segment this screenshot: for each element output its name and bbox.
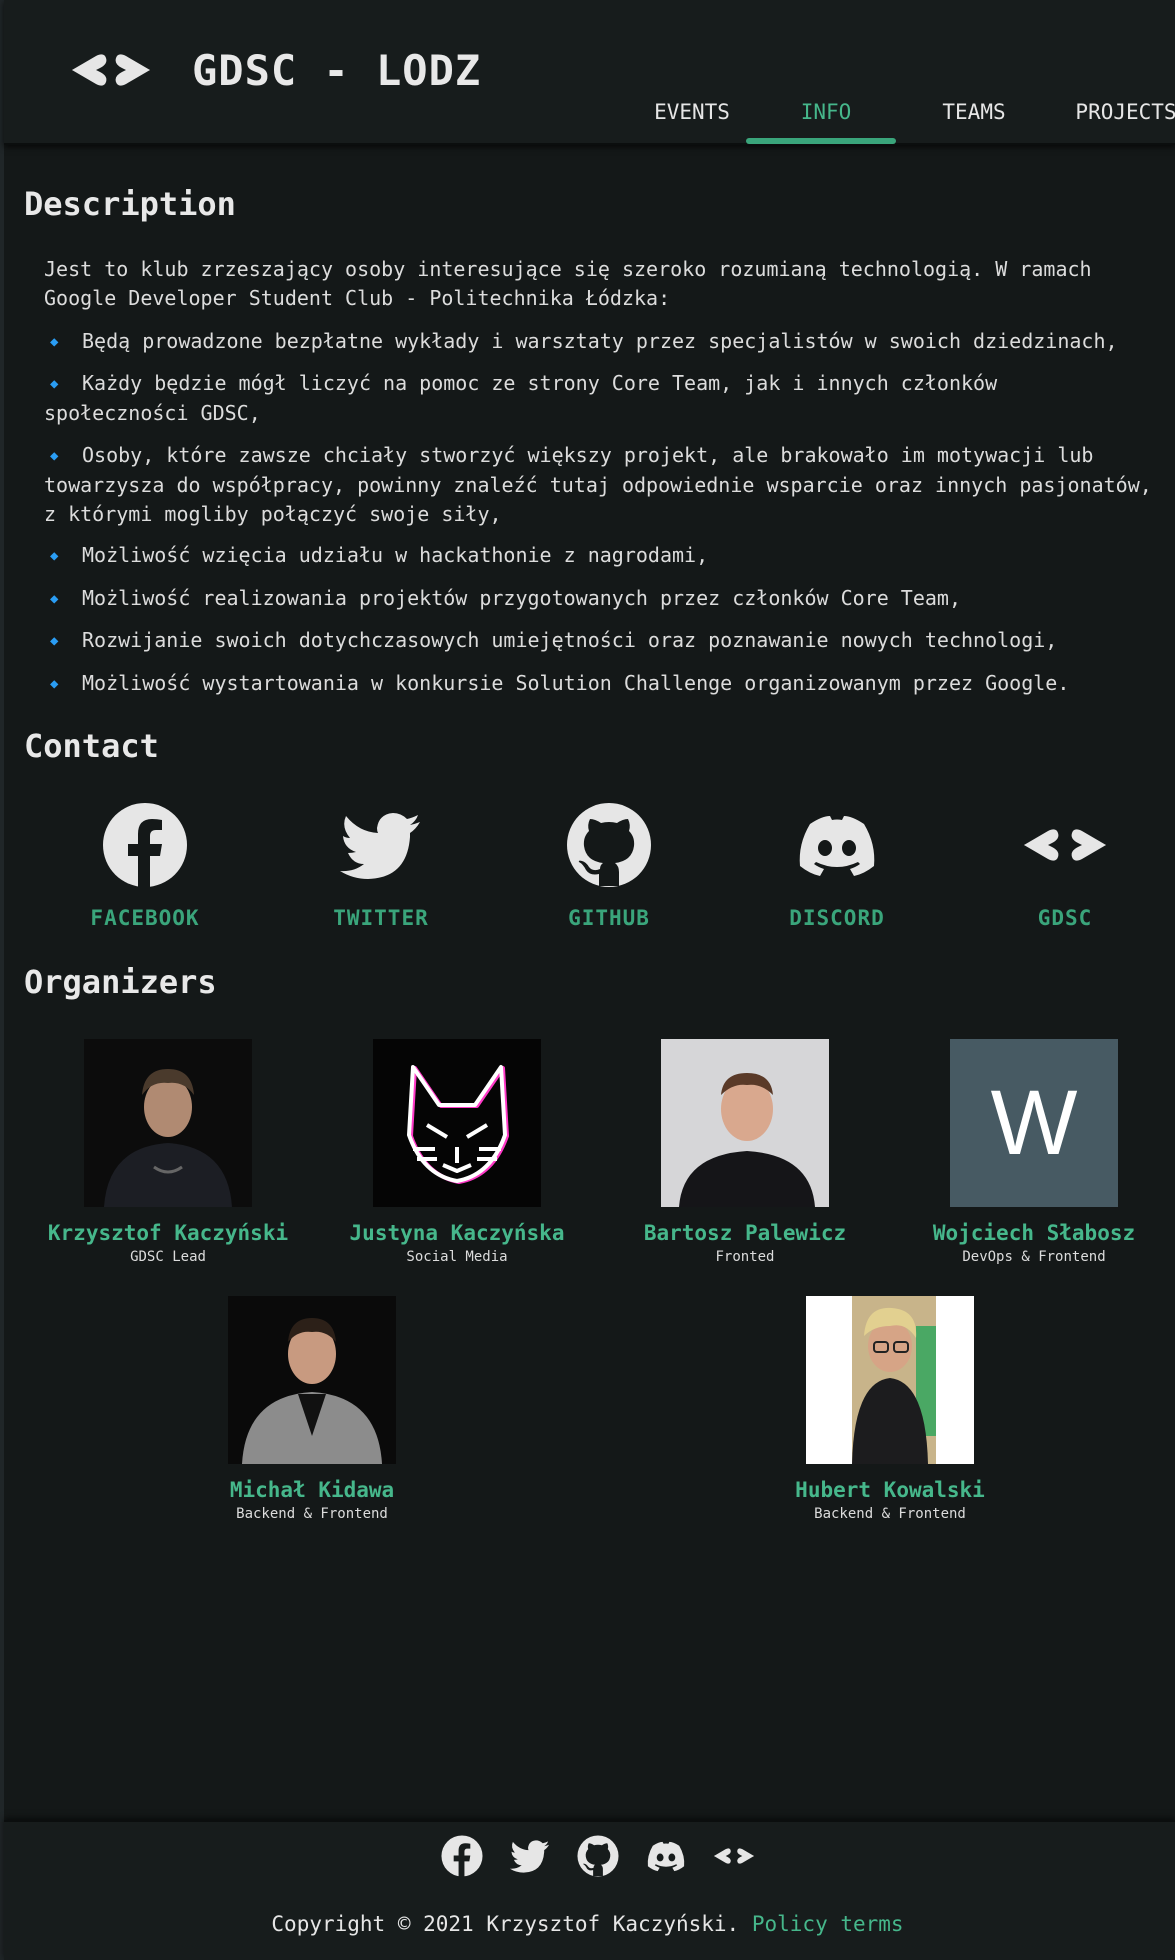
left-edge	[0, 0, 4, 1960]
github-icon	[567, 803, 651, 887]
footer-social-links	[440, 1834, 755, 1882]
organizer-card: Michał Kidawa Backend & Frontend	[172, 1296, 452, 1522]
description-title: Description	[24, 185, 236, 223]
bullet-diamond-icon: ◆	[50, 633, 59, 649]
organizer-role: Backend & Frontend	[236, 1506, 388, 1522]
cat-avatar-icon	[373, 1039, 541, 1207]
twitter-icon[interactable]	[508, 1834, 552, 1878]
organizer-card: Hubert Kowalski Backend & Frontend	[750, 1296, 1030, 1522]
contact-title: Contact	[24, 727, 159, 765]
contact-label: FACEBOOK	[90, 906, 200, 930]
organizer-role: GDSC Lead	[130, 1249, 206, 1265]
bullet-diamond-icon: ◆	[50, 448, 59, 464]
copyright: Copyright © 2021 Krzysztof Kaczyński. Po…	[0, 1912, 1175, 1936]
gdsc-logo-icon[interactable]	[66, 46, 156, 94]
description-intro: Jest to klub zrzeszający osoby interesuj…	[44, 257, 1092, 310]
bullet-diamond-icon: ◆	[50, 376, 59, 392]
description-bullet: ◆ Możliwość wystartowania w konkursie Sol…	[44, 669, 1169, 699]
discord-icon[interactable]	[644, 1834, 688, 1878]
facebook-icon[interactable]	[440, 1834, 484, 1878]
organizer-name: Wojciech Słabosz	[932, 1221, 1136, 1245]
description-bullet: ◆ Będą prowadzone bezpłatne wykłady i war…	[44, 327, 1169, 357]
contact-label: GITHUB	[568, 906, 650, 930]
organizer-photo	[806, 1296, 974, 1464]
organizer-role: Social Media	[406, 1249, 508, 1265]
contact-label: TWITTER	[333, 906, 429, 930]
description-bullet: ◆ Możliwość realizowania projektów przygo…	[44, 584, 1169, 614]
gdsc-icon[interactable]	[712, 1834, 756, 1878]
facebook-icon	[103, 803, 187, 887]
bullet-diamond-icon: ◆	[50, 591, 59, 607]
twitter-icon	[340, 813, 420, 879]
organizer-name: Krzysztof Kaczyński	[47, 1221, 289, 1245]
contact-github[interactable]: GITHUB	[519, 800, 699, 930]
contact-facebook[interactable]: FACEBOOK	[55, 800, 235, 930]
description-bullet: ◆ Rozwijanie swoich dotychczasowych umiej…	[44, 626, 1169, 656]
organizer-card: Justyna Kaczyńska Social Media	[317, 1039, 597, 1265]
organizer-name: Michał Kidawa	[229, 1478, 395, 1502]
bullet-diamond-icon: ◆	[50, 334, 59, 350]
organizer-avatar-letter: W	[950, 1039, 1118, 1207]
description-bullet: ◆ Każdy będzie mógł liczyć na pomoc ze st…	[44, 371, 998, 425]
contact-twitter[interactable]: TWITTER	[291, 800, 471, 930]
copyright-text: Copyright © 2021 Krzysztof Kaczyński.	[271, 1912, 740, 1936]
organizer-card: Krzysztof Kaczyński GDSC Lead	[28, 1039, 308, 1265]
discord-icon	[799, 816, 875, 876]
nav-active-indicator	[746, 138, 896, 144]
organizer-photo	[661, 1039, 829, 1207]
organizer-name: Justyna Kaczyńska	[349, 1221, 565, 1245]
organizer-name: Bartosz Palewicz	[643, 1221, 847, 1245]
bullet-diamond-icon: ◆	[50, 548, 59, 564]
organizers-title: Organizers	[24, 963, 217, 1001]
organizer-card: W Wojciech Słabosz DevOps & Frontend	[894, 1039, 1174, 1265]
organizer-card: Bartosz Palewicz Fronted	[605, 1039, 885, 1265]
contact-discord[interactable]: DISCORD	[747, 800, 927, 930]
brand-title[interactable]: GDSC - LODZ	[192, 46, 481, 95]
contact-label: DISCORD	[789, 906, 885, 930]
contact-label: GDSC	[1037, 906, 1093, 930]
organizer-name: Hubert Kowalski	[795, 1478, 985, 1502]
contact-gdsc[interactable]: GDSC	[975, 800, 1155, 930]
nav-events[interactable]: EVENTS	[632, 100, 752, 147]
bullet-diamond-icon: ◆	[50, 676, 59, 692]
organizer-photo	[84, 1039, 252, 1207]
policy-terms-link[interactable]: Policy terms	[752, 1912, 904, 1936]
organizer-role: Backend & Frontend	[814, 1506, 966, 1522]
description-bullet: ◆ Możliwość wzięcia udziału w hackathonie…	[44, 541, 1169, 571]
organizer-role: Fronted	[715, 1249, 775, 1265]
organizer-role: DevOps & Frontend	[962, 1249, 1106, 1265]
description-bullet: ◆ Osoby, które zawsze chciały stworzyć wi…	[44, 443, 1152, 526]
nav-teams[interactable]: TEAMS	[914, 100, 1034, 147]
github-icon[interactable]	[576, 1834, 620, 1878]
nav-projects[interactable]: PROJECTS	[1066, 100, 1175, 147]
gdsc-icon	[1024, 829, 1106, 861]
organizer-photo	[228, 1296, 396, 1464]
